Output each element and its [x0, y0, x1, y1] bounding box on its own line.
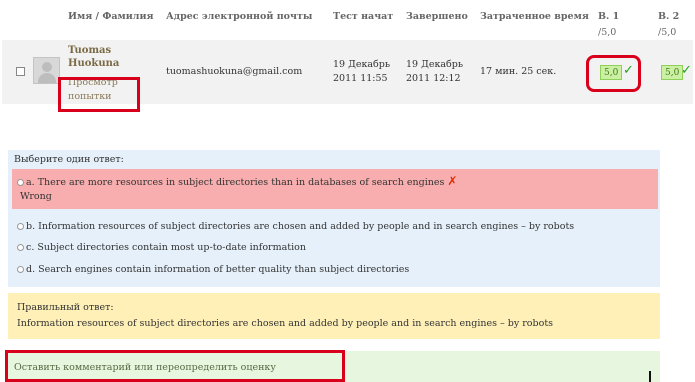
correct-answer-label: Правильный ответ: — [17, 302, 114, 313]
completed-date: 19 Декабрь — [406, 59, 464, 70]
cross-icon: ✗ — [447, 174, 458, 188]
option-c-radio[interactable] — [17, 244, 24, 251]
user-email[interactable]: tuomashuokuna@gmail.com — [166, 65, 302, 79]
started-time: 2011 11:55 — [333, 73, 388, 84]
highlight-review-link — [58, 77, 140, 112]
header-q1[interactable]: В. 1 — [598, 11, 619, 22]
header-q2[interactable]: В. 2 — [658, 11, 679, 22]
started-date: 19 Декабрь — [333, 59, 391, 70]
highlight-comment-link — [5, 350, 345, 382]
option-a-radio[interactable] — [17, 179, 24, 186]
option-d-label: d. Search engines contain information of… — [26, 264, 410, 275]
option-b-label: b. Information resources of subject dire… — [26, 221, 575, 232]
check-icon: ✓ — [681, 63, 692, 78]
option-c-label: c. Subject directories contain most up-t… — [26, 242, 306, 253]
option-b-radio[interactable] — [17, 223, 24, 230]
highlight-q1-grade — [586, 55, 641, 92]
header-q1-max: /5,0 — [598, 27, 617, 38]
option-a-label: a. There are more resources in subject d… — [26, 177, 445, 188]
select-attempt-checkbox[interactable] — [16, 67, 25, 76]
user-avatar-icon[interactable] — [33, 57, 60, 84]
option-d[interactable]: d. Search engines contain information of… — [17, 264, 409, 275]
completed-time: 2011 12:12 — [406, 73, 461, 84]
option-d-radio[interactable] — [17, 266, 24, 273]
q2-grade-badge[interactable]: 5,0 — [661, 65, 684, 80]
correct-answer-panel — [8, 293, 660, 339]
user-last-name[interactable]: Huokuna — [68, 58, 119, 70]
user-first-name[interactable]: Tuomas — [68, 45, 111, 57]
correct-answer-text: Information resources of subject directo… — [17, 318, 554, 329]
header-q2-max: /5,0 — [658, 27, 677, 38]
header-started[interactable]: Тест начат — [333, 11, 393, 22]
question-prompt: Выберите один ответ: — [14, 154, 124, 165]
option-b[interactable]: b. Information resources of subject dire… — [17, 221, 574, 232]
header-name[interactable]: Имя / Фамилия — [68, 11, 154, 22]
text-cursor — [649, 371, 651, 382]
header-completed[interactable]: Завершено — [406, 11, 468, 22]
q2-grade-value: 5,0 — [665, 68, 680, 78]
option-c[interactable]: c. Subject directories contain most up-t… — [17, 242, 306, 253]
header-email[interactable]: Адрес электронной почты — [166, 11, 312, 22]
feedback-wrong: Wrong — [20, 191, 52, 202]
time-taken: 17 мин. 25 сек. — [480, 66, 557, 77]
header-time-taken[interactable]: Затраченное время — [480, 11, 589, 22]
option-a[interactable]: a. There are more resources in subject d… — [17, 174, 457, 188]
